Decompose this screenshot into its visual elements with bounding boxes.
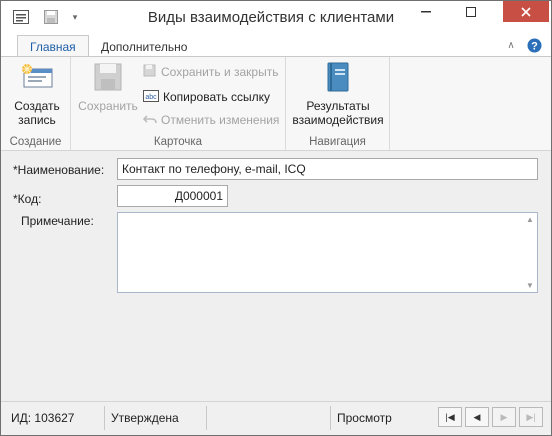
collapse-ribbon-icon[interactable]: ∧: [503, 37, 519, 53]
save-close-button[interactable]: Сохранить и закрыть: [143, 63, 278, 81]
group-navigation-label: Навигация: [309, 136, 366, 148]
create-record-button[interactable]: Создать запись: [7, 61, 67, 127]
save-close-icon: [143, 64, 157, 81]
name-field[interactable]: Контакт по телефону, e-mail, ICQ: [117, 158, 538, 180]
title-bar: ▾ Виды взаимодействия с клиентами: [1, 1, 551, 32]
first-record-icon[interactable]: |◀: [438, 407, 462, 427]
ribbon-tabs: Главная Дополнительно ∧ ?: [1, 32, 551, 58]
cancel-changes-label: Отменить изменения: [161, 113, 280, 127]
save-big-icon: [93, 61, 123, 93]
save-close-label: Сохранить и закрыть: [161, 65, 279, 79]
status-mode: Просмотр: [337, 411, 392, 425]
svg-text:abc: abc: [145, 94, 157, 101]
status-bar: ИД: 103627 Утверждена Просмотр |◀ ◀ ▶ ▶|: [1, 401, 551, 435]
scroll-down-icon[interactable]: ▼: [526, 281, 534, 290]
status-empty: [207, 406, 331, 430]
minimize-icon[interactable]: [411, 1, 441, 22]
scroll-up-icon[interactable]: ▲: [526, 215, 534, 224]
ribbon: Создать запись Создание Сохранить Сохран…: [1, 56, 551, 151]
name-label: *Наименование:: [13, 163, 105, 177]
note-label: Примечание:: [21, 214, 94, 228]
group-card: Сохранить Сохранить и закрыть abc Копиро…: [71, 57, 286, 151]
cancel-changes-button[interactable]: Отменить изменения: [142, 111, 280, 129]
status-state: Утверждена: [105, 406, 207, 430]
save-icon[interactable]: [41, 7, 61, 27]
new-record-icon: [20, 61, 54, 93]
help-icon[interactable]: ?: [526, 37, 542, 53]
svg-text:?: ?: [531, 40, 538, 52]
code-field[interactable]: Д000001: [117, 185, 228, 207]
note-field[interactable]: ▲ ▼: [117, 212, 538, 293]
copy-link-button[interactable]: abc Копировать ссылку: [143, 88, 270, 106]
save-label: Сохранить: [78, 99, 138, 113]
interaction-results-button[interactable]: Результаты взаимодействия: [290, 61, 386, 127]
save-button[interactable]: Сохранить: [73, 61, 143, 113]
maximize-icon[interactable]: [456, 1, 486, 22]
prev-record-icon[interactable]: ◀: [465, 407, 489, 427]
group-card-label: Карточка: [153, 136, 203, 148]
interaction-results-label: Результаты взаимодействия: [292, 99, 384, 127]
tab-home[interactable]: Главная: [17, 35, 89, 58]
last-record-icon[interactable]: ▶|: [519, 407, 543, 427]
create-record-label: Создать запись: [14, 99, 60, 127]
group-create-label: Создание: [9, 136, 62, 148]
book-icon: [325, 61, 351, 93]
group-create: Создать запись Создание: [1, 57, 71, 151]
qat-dropdown-icon[interactable]: ▾: [67, 7, 83, 27]
window-title: Виды взаимодействия с клиентами: [147, 9, 395, 26]
window: ▾ Виды взаимодействия с клиентами Главна…: [0, 0, 552, 436]
close-icon[interactable]: [503, 1, 549, 22]
code-label: *Код:: [13, 192, 42, 206]
copy-link-icon: abc: [143, 89, 159, 106]
tab-additional[interactable]: Дополнительно: [89, 35, 199, 58]
status-id: ИД: 103627: [5, 406, 105, 430]
next-record-icon[interactable]: ▶: [492, 407, 516, 427]
note-scrollbar[interactable]: ▲ ▼: [523, 213, 537, 292]
group-navigation: Результаты взаимодействия Навигация: [286, 57, 390, 151]
app-menu-icon[interactable]: [11, 7, 31, 27]
undo-icon: [142, 112, 157, 129]
copy-link-label: Копировать ссылку: [163, 90, 270, 104]
